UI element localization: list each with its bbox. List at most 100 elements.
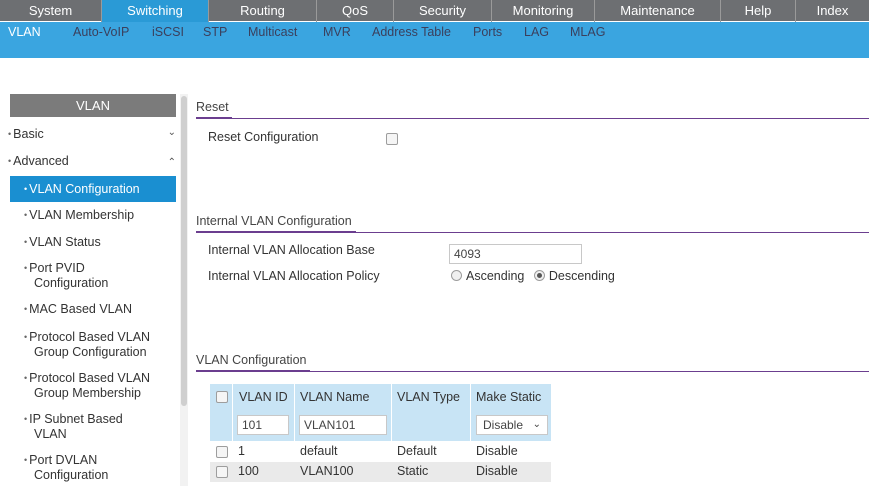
sidebar-item-vlan-status[interactable]: • VLAN Status xyxy=(24,235,174,249)
vlan-config-section-title: VLAN Configuration xyxy=(196,353,307,367)
sidebar: VLAN • Basic ⌄ • Advanced ⌃ • VLAN Configur… xyxy=(0,94,190,486)
bullet-icon: • xyxy=(24,263,28,273)
sidebar-item-label: Protocol Based VLAN xyxy=(29,371,151,385)
vlan-id-input[interactable]: 101 xyxy=(237,415,289,435)
bullet-icon: • xyxy=(24,373,28,383)
column-header-make-static: Make Static xyxy=(476,390,542,404)
row-checkbox[interactable] xyxy=(216,466,228,478)
subnav-stp[interactable]: STP xyxy=(203,22,227,42)
scrollbar-thumb[interactable] xyxy=(181,96,187,406)
tab-index[interactable]: Index xyxy=(796,0,869,22)
subnav-lag[interactable]: LAG xyxy=(524,22,549,42)
descending-radio[interactable] xyxy=(533,270,545,281)
subnav-vlan[interactable]: VLAN xyxy=(8,22,41,42)
sidebar-item-port-pvid[interactable]: • Port PVID Configuration xyxy=(24,261,174,290)
tab-system[interactable]: System xyxy=(0,0,102,22)
subnav-ports[interactable]: Ports xyxy=(473,22,502,42)
allocation-policy-label: Internal VLAN Allocation Policy xyxy=(208,269,380,283)
column-divider xyxy=(391,384,392,442)
tab-switching[interactable]: Switching xyxy=(102,0,209,22)
sidebar-item-ip-subnet-vlan[interactable]: • IP Subnet Based VLAN xyxy=(24,412,174,441)
table-cell-make-static: Disable xyxy=(476,464,518,478)
make-static-selected-value: Disable xyxy=(483,418,524,432)
tab-help[interactable]: Help xyxy=(721,0,796,22)
bullet-icon: • xyxy=(24,237,28,247)
internal-vlan-section-title: Internal VLAN Configuration xyxy=(196,214,352,228)
reset-section-title: Reset xyxy=(196,100,229,114)
column-divider xyxy=(294,384,295,442)
reset-configuration-checkbox[interactable] xyxy=(386,133,398,145)
sidebar-item-label-2: Group Configuration xyxy=(34,345,147,359)
tab-monitoring[interactable]: Monitoring xyxy=(492,0,595,22)
reset-configuration-label: Reset Configuration xyxy=(208,130,319,144)
ascending-radio[interactable] xyxy=(451,270,462,281)
subnav-auto-voip[interactable]: Auto-VoIP xyxy=(73,22,129,42)
column-header-vlan-name: VLAN Name xyxy=(300,390,370,404)
row-checkbox[interactable] xyxy=(216,446,228,458)
sidebar-header: VLAN xyxy=(10,94,176,117)
section-accent xyxy=(196,117,232,119)
bullet-icon: • xyxy=(24,455,28,465)
sidebar-item-label-2: Configuration xyxy=(34,276,109,290)
allocation-base-label: Internal VLAN Allocation Base xyxy=(208,243,375,257)
sidebar-item-port-dvlan[interactable]: • Port DVLAN Configuration xyxy=(24,453,174,482)
table-cell-vlan-id: 100 xyxy=(238,464,259,478)
sidebar-item-label: VLAN Membership xyxy=(29,208,135,222)
sidebar-item-label: IP Subnet Based xyxy=(29,412,123,426)
sidebar-scrollbar[interactable] xyxy=(180,94,188,486)
top-nav: System Switching Routing QoS Security Mo… xyxy=(0,0,869,22)
sub-nav: VLAN Auto-VoIP iSCSI STP Multicast MVR A… xyxy=(0,22,869,58)
bullet-icon: • xyxy=(24,304,28,314)
table-cell-make-static: Disable xyxy=(476,444,518,458)
allocation-base-input[interactable]: 4093 xyxy=(449,244,582,264)
sidebar-item-label: Port DVLAN xyxy=(29,453,98,467)
tab-security[interactable]: Security xyxy=(394,0,492,22)
column-header-vlan-id: VLAN ID xyxy=(239,390,288,404)
sidebar-item-protocol-group-membership[interactable]: • Protocol Based VLAN Group Membership xyxy=(24,371,174,400)
chevron-down-icon: ⌄ xyxy=(167,127,176,138)
sidebar-item-basic[interactable]: • Basic ⌄ xyxy=(8,127,178,147)
allocation-policy-radios: Ascending Descending xyxy=(451,269,615,283)
select-all-checkbox[interactable] xyxy=(216,391,228,403)
tab-maintenance[interactable]: Maintenance xyxy=(595,0,721,22)
vlan-name-input[interactable]: VLAN101 xyxy=(299,415,387,435)
column-header-vlan-type: VLAN Type xyxy=(397,390,461,404)
subnav-mvr[interactable]: MVR xyxy=(323,22,351,42)
make-static-select[interactable]: Disable ⌄ xyxy=(476,415,548,435)
table-cell-vlan-type: Default xyxy=(397,444,437,458)
bullet-icon: • xyxy=(24,184,28,194)
sidebar-item-vlan-membership[interactable]: • VLAN Membership xyxy=(24,208,174,222)
subnav-multicast[interactable]: Multicast xyxy=(248,22,297,42)
sidebar-item-label: Protocol Based VLAN xyxy=(29,330,151,344)
subnav-address-table[interactable]: Address Table xyxy=(372,22,451,42)
table-cell-vlan-id: 1 xyxy=(238,444,245,458)
bullet-icon: • xyxy=(24,414,28,424)
tab-routing[interactable]: Routing xyxy=(209,0,317,22)
sidebar-item-label: Advanced xyxy=(13,154,69,168)
bullet-icon: • xyxy=(24,210,28,220)
sidebar-item-label: VLAN Status xyxy=(29,235,101,249)
sidebar-item-label-2: VLAN xyxy=(34,427,67,441)
sidebar-item-protocol-group-config[interactable]: • Protocol Based VLAN Group Configuration xyxy=(24,330,174,359)
table-cell-vlan-name: VLAN100 xyxy=(300,464,354,478)
sidebar-item-mac-based-vlan[interactable]: • MAC Based VLAN xyxy=(24,302,174,316)
section-divider xyxy=(196,118,869,119)
table-cell-vlan-name: default xyxy=(300,444,338,458)
sidebar-item-vlan-configuration[interactable]: • VLAN Configuration xyxy=(10,176,176,202)
column-divider xyxy=(232,384,233,442)
sidebar-item-label-2: Configuration xyxy=(34,468,109,482)
table-cell-vlan-type: Static xyxy=(397,464,429,478)
subnav-mlag[interactable]: MLAG xyxy=(570,22,605,42)
descending-label: Descending xyxy=(548,269,615,283)
bullet-icon: • xyxy=(24,332,28,342)
subnav-iscsi[interactable]: iSCSI xyxy=(152,22,184,42)
sidebar-item-advanced[interactable]: • Advanced ⌃ xyxy=(8,154,178,174)
sidebar-item-label: Port PVID xyxy=(29,261,85,275)
sidebar-item-label: VLAN Configuration xyxy=(29,182,140,196)
sidebar-item-label: Basic xyxy=(13,127,44,141)
bullet-icon: • xyxy=(8,129,12,139)
tab-qos[interactable]: QoS xyxy=(317,0,394,22)
bullet-icon: • xyxy=(8,156,12,166)
chevron-down-icon: ⌄ xyxy=(532,419,541,430)
sidebar-item-label: MAC Based VLAN xyxy=(29,302,132,316)
